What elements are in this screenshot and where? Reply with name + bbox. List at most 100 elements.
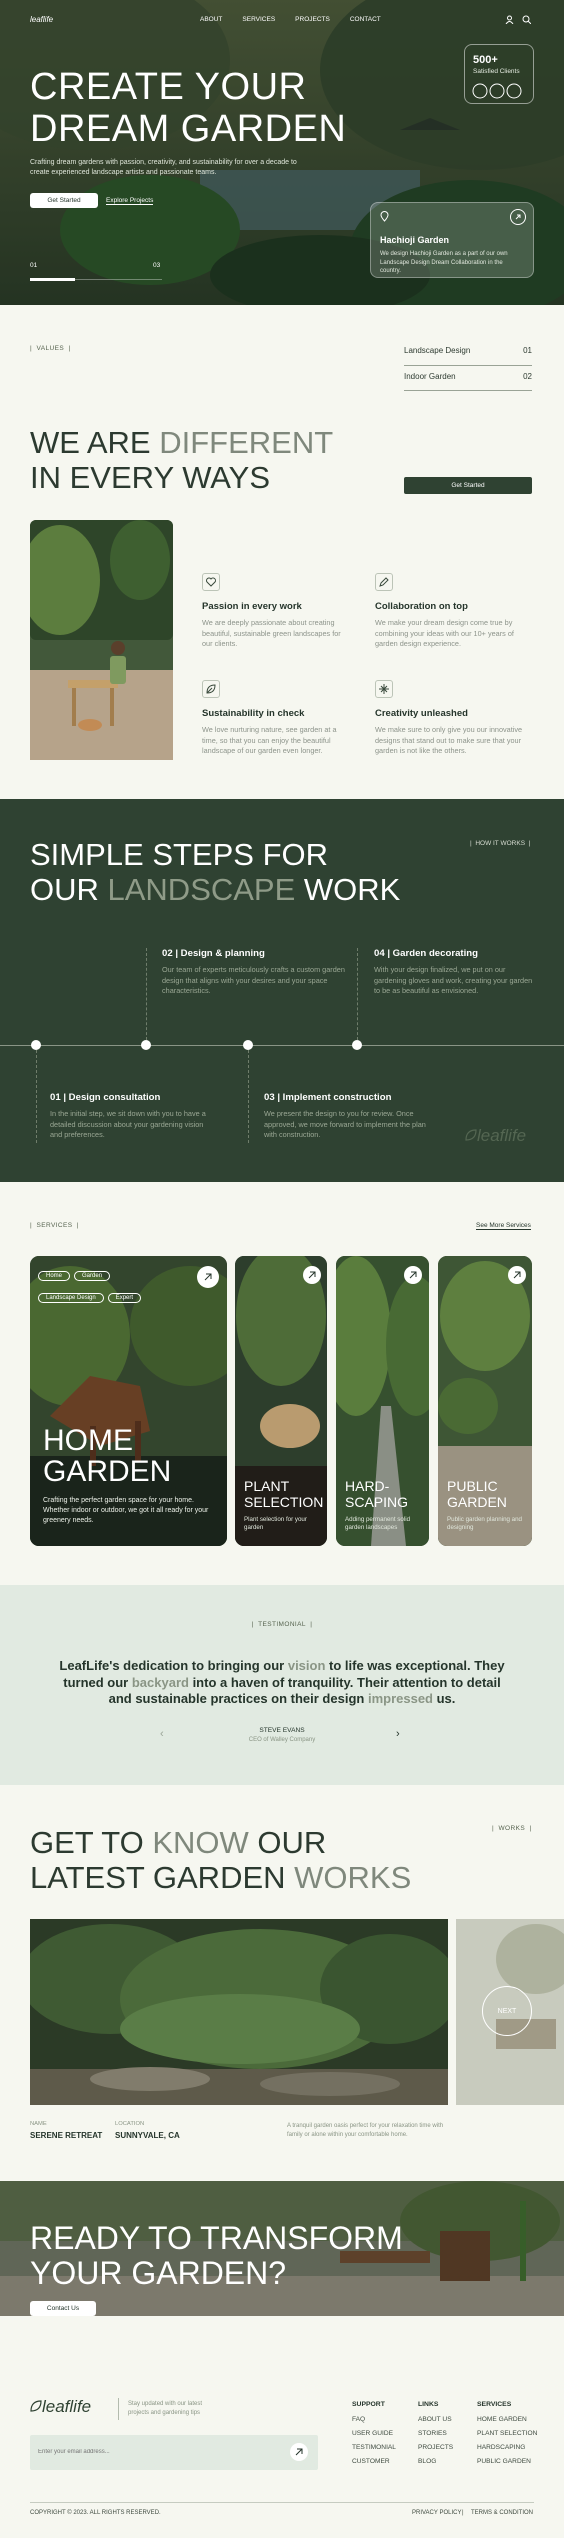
footer-link-home-garden[interactable]: HOME GARDEN [477,2416,537,2423]
service-card-plant-selection[interactable]: PLANT SELECTION Plant selection for your … [235,1256,327,1546]
feature-4-title: Creativity unleashed [375,708,468,719]
plant-selection-desc: Plant selection for your garden [244,1516,307,1531]
copyright-text: COPYRIGHT © 2023. ALL RIGHTS RESERVED. [30,2510,161,2516]
quote-line-3: and sustainable practices on their desig… [108,1691,456,1706]
timeline-connector-3 [248,1045,249,1143]
arrow-up-right-icon [409,1271,417,1279]
newsletter-submit-button[interactable] [290,2443,308,2461]
footer-link-plant-selection[interactable]: PLANT SELECTION [477,2430,537,2437]
featured-project-card[interactable]: Hachioji Garden We design Hachioji Garde… [370,202,534,278]
heart-icon [202,573,220,591]
see-more-services-link[interactable]: See More Services [476,1222,531,1230]
next-work-button[interactable]: NEXT [482,1986,532,2036]
feature-1-title: Passion in every work [202,601,302,612]
service-card-hardscaping[interactable]: HARD- SCAPING Adding permanent solid gard… [336,1256,429,1546]
value-row-1-label: Landscape Design [404,346,471,355]
hardscaping-arrow-button[interactable] [404,1266,422,1284]
hardscaping-desc: Adding permanent solid garden landscapes [345,1516,411,1531]
privacy-policy-link[interactable]: PRIVACY POLICY [412,2510,461,2516]
footer-services-column: SERVICES HOME GARDEN PLANT SELECTION HAR… [477,2401,537,2472]
testimonial-quote: LeafLife's dedication to bringing our vi… [0,1658,564,1708]
slide-current: 01 [30,262,38,269]
quote-line-2: turned our backyard into a haven of tran… [63,1674,501,1690]
step-1: 01 | Design consultation In the initial s… [50,1092,215,1141]
service-card-home-garden[interactable]: Home Garden Landscape Design Expert HOME G… [30,1256,227,1546]
terms-link[interactable]: TERMS & CONDITION [471,2510,533,2516]
home-garden-title-1: HOME [43,1424,133,1457]
public-garden-arrow-button[interactable] [508,1266,526,1284]
work-location-label: LOCATION [115,2121,145,2127]
values-get-started-button[interactable]: Get Started [404,477,532,494]
footer-bottom-divider: | [462,2510,464,2516]
footer-link-stories[interactable]: STORIES [418,2430,453,2437]
testimonial-tag: | TESTIMONIAL | [251,1621,313,1628]
timeline-connector-1 [36,1045,37,1143]
nav-logo[interactable]: leaflife [30,15,53,24]
tag-expert[interactable]: Expert [107,1293,142,1303]
search-icon[interactable] [522,15,531,24]
footer-logo[interactable]: leaflife [30,2397,91,2417]
service-card-public-garden[interactable]: PUBLIC GARDEN Public garden planning and … [438,1256,532,1546]
footer-link-testimonial[interactable]: TESTIMONIAL [352,2444,396,2451]
feature-4: Creativity unleashed We make sure to only… [375,708,535,757]
nav-link-contact[interactable]: CONTACT [350,16,381,23]
plant-selection-arrow-button[interactable] [303,1266,321,1284]
work-name-label: NAME [30,2121,47,2127]
home-garden-arrow-button[interactable] [197,1266,219,1288]
footer-link-customer[interactable]: CUSTOMER [352,2458,396,2465]
footer-link-hardscaping[interactable]: HARDSCAPING [477,2444,537,2451]
footer-link-faq[interactable]: FAQ [352,2416,396,2423]
testimonial-author-name: STEVE EVANS [259,1727,305,1734]
user-icon[interactable] [505,15,514,24]
feature-1: Passion in every work We are deeply passi… [202,601,342,650]
footer-link-public-garden[interactable]: PUBLIC GARDEN [477,2458,537,2465]
timeline-connector-2 [146,948,147,1045]
footer-link-about-us[interactable]: ABOUT US [418,2416,453,2423]
leaf-logo-icon [465,1129,477,1141]
card-arrow-button[interactable] [510,209,526,225]
arrow-up-right-icon [308,1271,316,1279]
hero-subtitle: Crafting dream gardens with passion, cre… [30,159,297,176]
nav-link-services[interactable]: SERVICES [242,16,275,23]
nav-link-about[interactable]: ABOUT [200,16,222,23]
stat-label: Satisfied Clients [473,68,520,75]
value-row-2[interactable]: Indoor Garden 02 [404,367,532,391]
timeline-dot-4 [352,1040,362,1050]
footer-support-column: SUPPORT FAQ USER GUIDE TESTIMONIAL CUSTO… [352,2401,396,2472]
feature-2: Collaboration on top We make your dream d… [375,601,535,650]
footer-link-projects[interactable]: PROJECTS [418,2444,453,2451]
footer-link-blog[interactable]: BLOG [418,2458,453,2465]
step-4-desc: With your design finalized, we put on ou… [374,965,533,995]
values-photo [30,520,173,760]
cta-heading-line-1: READY TO TRANSFORM [30,2220,403,2256]
feature-1-desc: We are deeply passionate about creating … [202,618,341,648]
public-garden-desc: Public garden planning and designing [447,1516,522,1531]
leaf-icon [202,680,220,698]
timeline-line [0,1045,564,1046]
tag-garden[interactable]: Garden [74,1271,111,1281]
step-1-title: 01 | Design consultation [50,1092,161,1103]
footer-link-user-guide[interactable]: USER GUIDE [352,2430,396,2437]
email-input[interactable] [38,2445,278,2459]
tag-home[interactable]: Home [38,1271,71,1281]
feature-2-title: Collaboration on top [375,601,468,612]
feature-2-desc: We make your dream design come true by c… [375,618,514,648]
get-started-button[interactable]: Get Started [30,193,98,208]
nav-link-projects[interactable]: PROJECTS [295,16,330,23]
values-heading-line-1: WE ARE DIFFERENT [30,425,334,460]
testimonial-author-role: CEO of Walley Company [248,1737,316,1743]
explore-projects-link[interactable]: Explore Projects [106,197,154,205]
leaf-logo-icon [30,2400,42,2412]
tag-landscape-design[interactable]: Landscape Design [38,1293,104,1303]
step-4-title: 04 | Garden decorating [374,948,478,959]
value-row-1-num: 01 [523,346,532,355]
value-row-1[interactable]: Landscape Design 01 [404,342,532,366]
arrow-up-right-icon [513,1271,521,1279]
feature-3-title: Sustainability in check [202,708,305,719]
slide-total: 03 [153,262,161,269]
featured-card-desc: We design Hachioji Garden as a part of o… [380,251,508,274]
quote-line-1: LeafLife's dedication to bringing our vi… [59,1658,505,1673]
contact-us-button[interactable]: Contact Us [30,2301,96,2316]
home-garden-title-2: GARDEN [43,1455,172,1488]
values-tag: | VALUES | [30,345,71,352]
